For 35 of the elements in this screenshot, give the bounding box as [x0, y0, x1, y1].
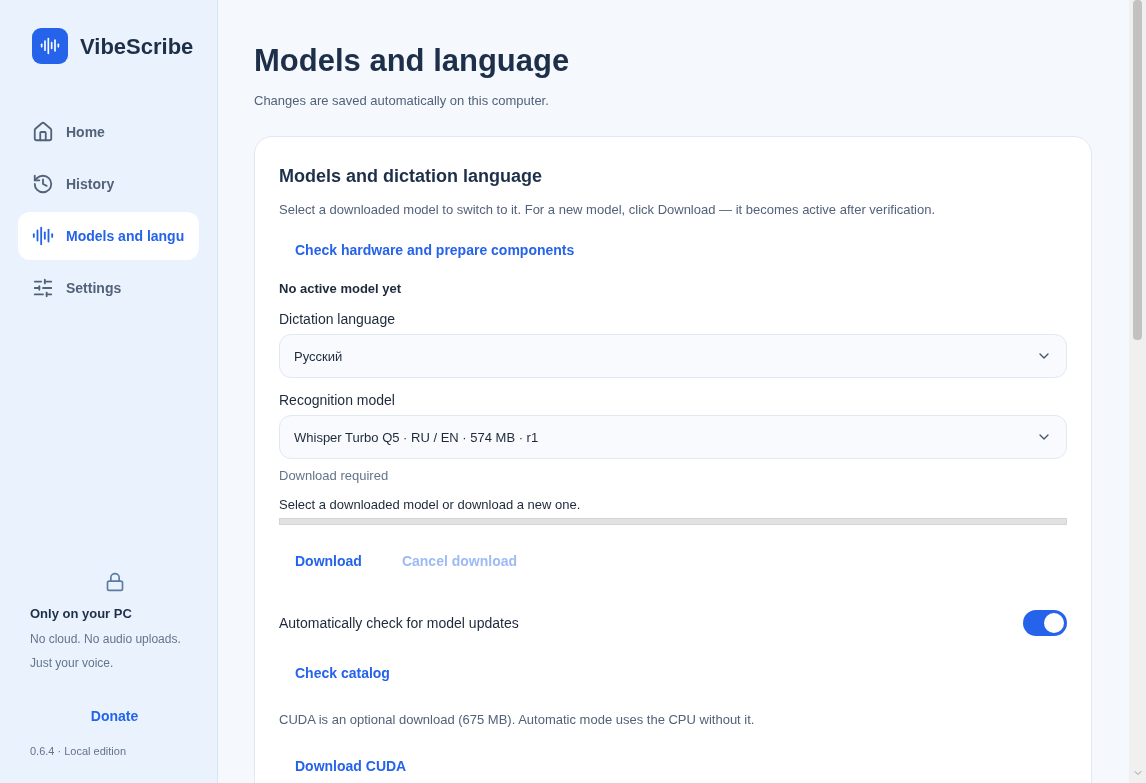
download-button[interactable]: Download [279, 543, 378, 581]
donate-link[interactable]: Donate [90, 705, 139, 727]
lock-icon [104, 572, 125, 592]
history-icon [32, 173, 54, 195]
privacy-title: Only on your PC [30, 605, 133, 623]
home-icon [32, 121, 54, 143]
download-cuda-button[interactable]: Download CUDA [279, 747, 423, 783]
nav-item[interactable]: Models and langu [18, 212, 199, 260]
active-model-text: No active model yet [279, 279, 403, 298]
nav-item[interactable]: Settings [18, 264, 199, 312]
privacy-text: Just your voice. [30, 654, 115, 672]
sliders-icon [32, 277, 54, 299]
cuda-note: CUDA is an optional download (675 MB). Automatic mode uses the CPU without it. [279, 711, 756, 730]
field-label: Recognition model [279, 391, 396, 411]
hint-text: Select a downloaded model or download a new one. [279, 495, 582, 514]
waveform-icon [32, 225, 54, 247]
field-label: Dictation language [279, 310, 396, 330]
check-catalog-button[interactable]: Check catalog [279, 655, 406, 693]
version-text: 0.6.4 · Local edition [30, 743, 127, 759]
card-description: Select a downloaded model to switch to it. For a new model, click Download — it becomes active after verification. [279, 201, 937, 220]
privacy-text: No cloud. No audio uploads. [30, 630, 182, 648]
card-title: Models and dictation language [279, 165, 544, 189]
toggle-label: Automatically check for model updates [279, 613, 519, 633]
status-text: Download required [279, 467, 390, 486]
toggle-switch[interactable] [1023, 610, 1067, 637]
scrollbar-thumb[interactable] [1133, 0, 1142, 340]
page-subtitle: Changes are saved automatically on this computer. [254, 91, 550, 110]
check-hardware-button[interactable]: Check hardware and prepare components [279, 231, 591, 269]
page-title: Models and language [254, 42, 571, 80]
app-name: VibeScribe [80, 32, 194, 61]
logo-icon [32, 28, 68, 64]
nav-item[interactable]: History [18, 160, 199, 208]
language-select[interactable]: Русский [279, 334, 1067, 379]
nav-item[interactable]: Home [18, 108, 199, 156]
model-select[interactable]: Whisper Turbo Q5 · RU / EN · 574 MB · r1 [279, 415, 1067, 460]
